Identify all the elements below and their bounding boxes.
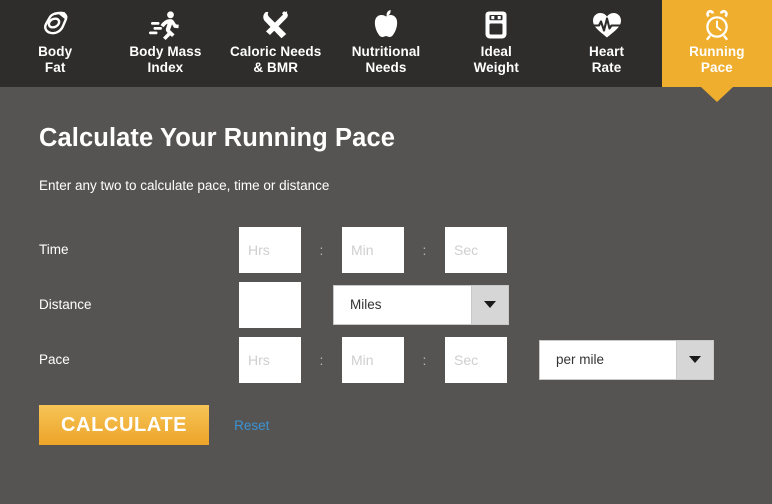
running-person-icon [148, 9, 182, 41]
distance-unit-select[interactable]: Miles [333, 284, 509, 325]
nav-tab-label: Running Pace [689, 44, 745, 75]
chevron-down-icon [484, 301, 496, 308]
nav-tab-label: Caloric Needs & BMR [230, 44, 322, 75]
nav-tab-running-pace[interactable]: Running Pace [661, 0, 772, 102]
time-label: Time [39, 242, 69, 257]
calculate-button[interactable]: CALCULATE [39, 405, 210, 445]
pace-separator-2: : [422, 351, 427, 368]
nav-tab-heart-rate[interactable]: Heart Rate [551, 0, 661, 87]
pace-hours-input[interactable] [239, 336, 301, 383]
alarm-clock-icon [700, 9, 734, 41]
time-separator-2: : [422, 241, 427, 258]
time-minutes-input[interactable] [342, 226, 404, 273]
nav-tab-label: Ideal Weight [473, 44, 519, 75]
running-pace-form: Time : : Distance Miles [39, 222, 772, 445]
weight-scale-icon [479, 9, 513, 41]
pace-unit-value: per mile [556, 352, 605, 367]
distance-label: Distance [39, 297, 92, 312]
reset-link[interactable]: Reset [234, 418, 269, 433]
pace-minutes-input[interactable] [342, 336, 404, 383]
heart-pulse-icon [589, 9, 624, 41]
page-subtitle: Enter any two to calculate pace, time or… [39, 178, 330, 193]
form-row-distance: Distance Miles [39, 277, 772, 332]
pace-fields: : : per mile [239, 336, 714, 383]
distance-unit-value: Miles [350, 297, 382, 312]
nav-tab-label: Body Fat [38, 44, 73, 75]
distance-amount-input[interactable] [239, 281, 301, 328]
pace-label: Pace [39, 352, 70, 367]
form-row-time: Time : : [39, 222, 772, 277]
nav-tab-body-fat[interactable]: Body Fat [0, 0, 110, 87]
time-fields: : : [239, 226, 507, 273]
form-row-pace: Pace : : per mile [39, 332, 772, 387]
pace-separator-1: : [319, 351, 324, 368]
time-hours-input[interactable] [239, 226, 301, 273]
nav-tab-label: Heart Rate [589, 44, 625, 75]
main-navigation: Body Fat Body Mass Index Caloric Needs &… [0, 0, 772, 102]
pace-unit-select[interactable]: per mile [539, 339, 714, 380]
distance-unit-dropdown-button[interactable] [471, 285, 508, 324]
pace-unit-dropdown-button[interactable] [676, 340, 713, 379]
fork-knife-icon [259, 9, 293, 41]
distance-fields: Miles [239, 281, 509, 328]
nav-tab-ideal-weight[interactable]: Ideal Weight [441, 0, 551, 87]
pace-seconds-input[interactable] [445, 336, 507, 383]
nav-tab-label: Body Mass Index [129, 44, 202, 75]
nav-tab-nutritional-needs[interactable]: Nutritional Needs [331, 0, 441, 87]
nav-tab-label: Nutritional Needs [351, 44, 421, 75]
time-separator-1: : [319, 241, 324, 258]
caliper-icon [38, 9, 72, 41]
main-content: Calculate Your Running Pace Enter any tw… [0, 87, 772, 445]
nav-tab-body-mass-index[interactable]: Body Mass Index [110, 0, 220, 87]
time-seconds-input[interactable] [445, 226, 507, 273]
apple-icon [369, 9, 403, 41]
form-actions: CALCULATE Reset [39, 405, 772, 445]
nav-tab-caloric-needs[interactable]: Caloric Needs & BMR [221, 0, 331, 87]
chevron-down-icon [689, 356, 701, 363]
page-title: Calculate Your Running Pace [39, 124, 396, 152]
